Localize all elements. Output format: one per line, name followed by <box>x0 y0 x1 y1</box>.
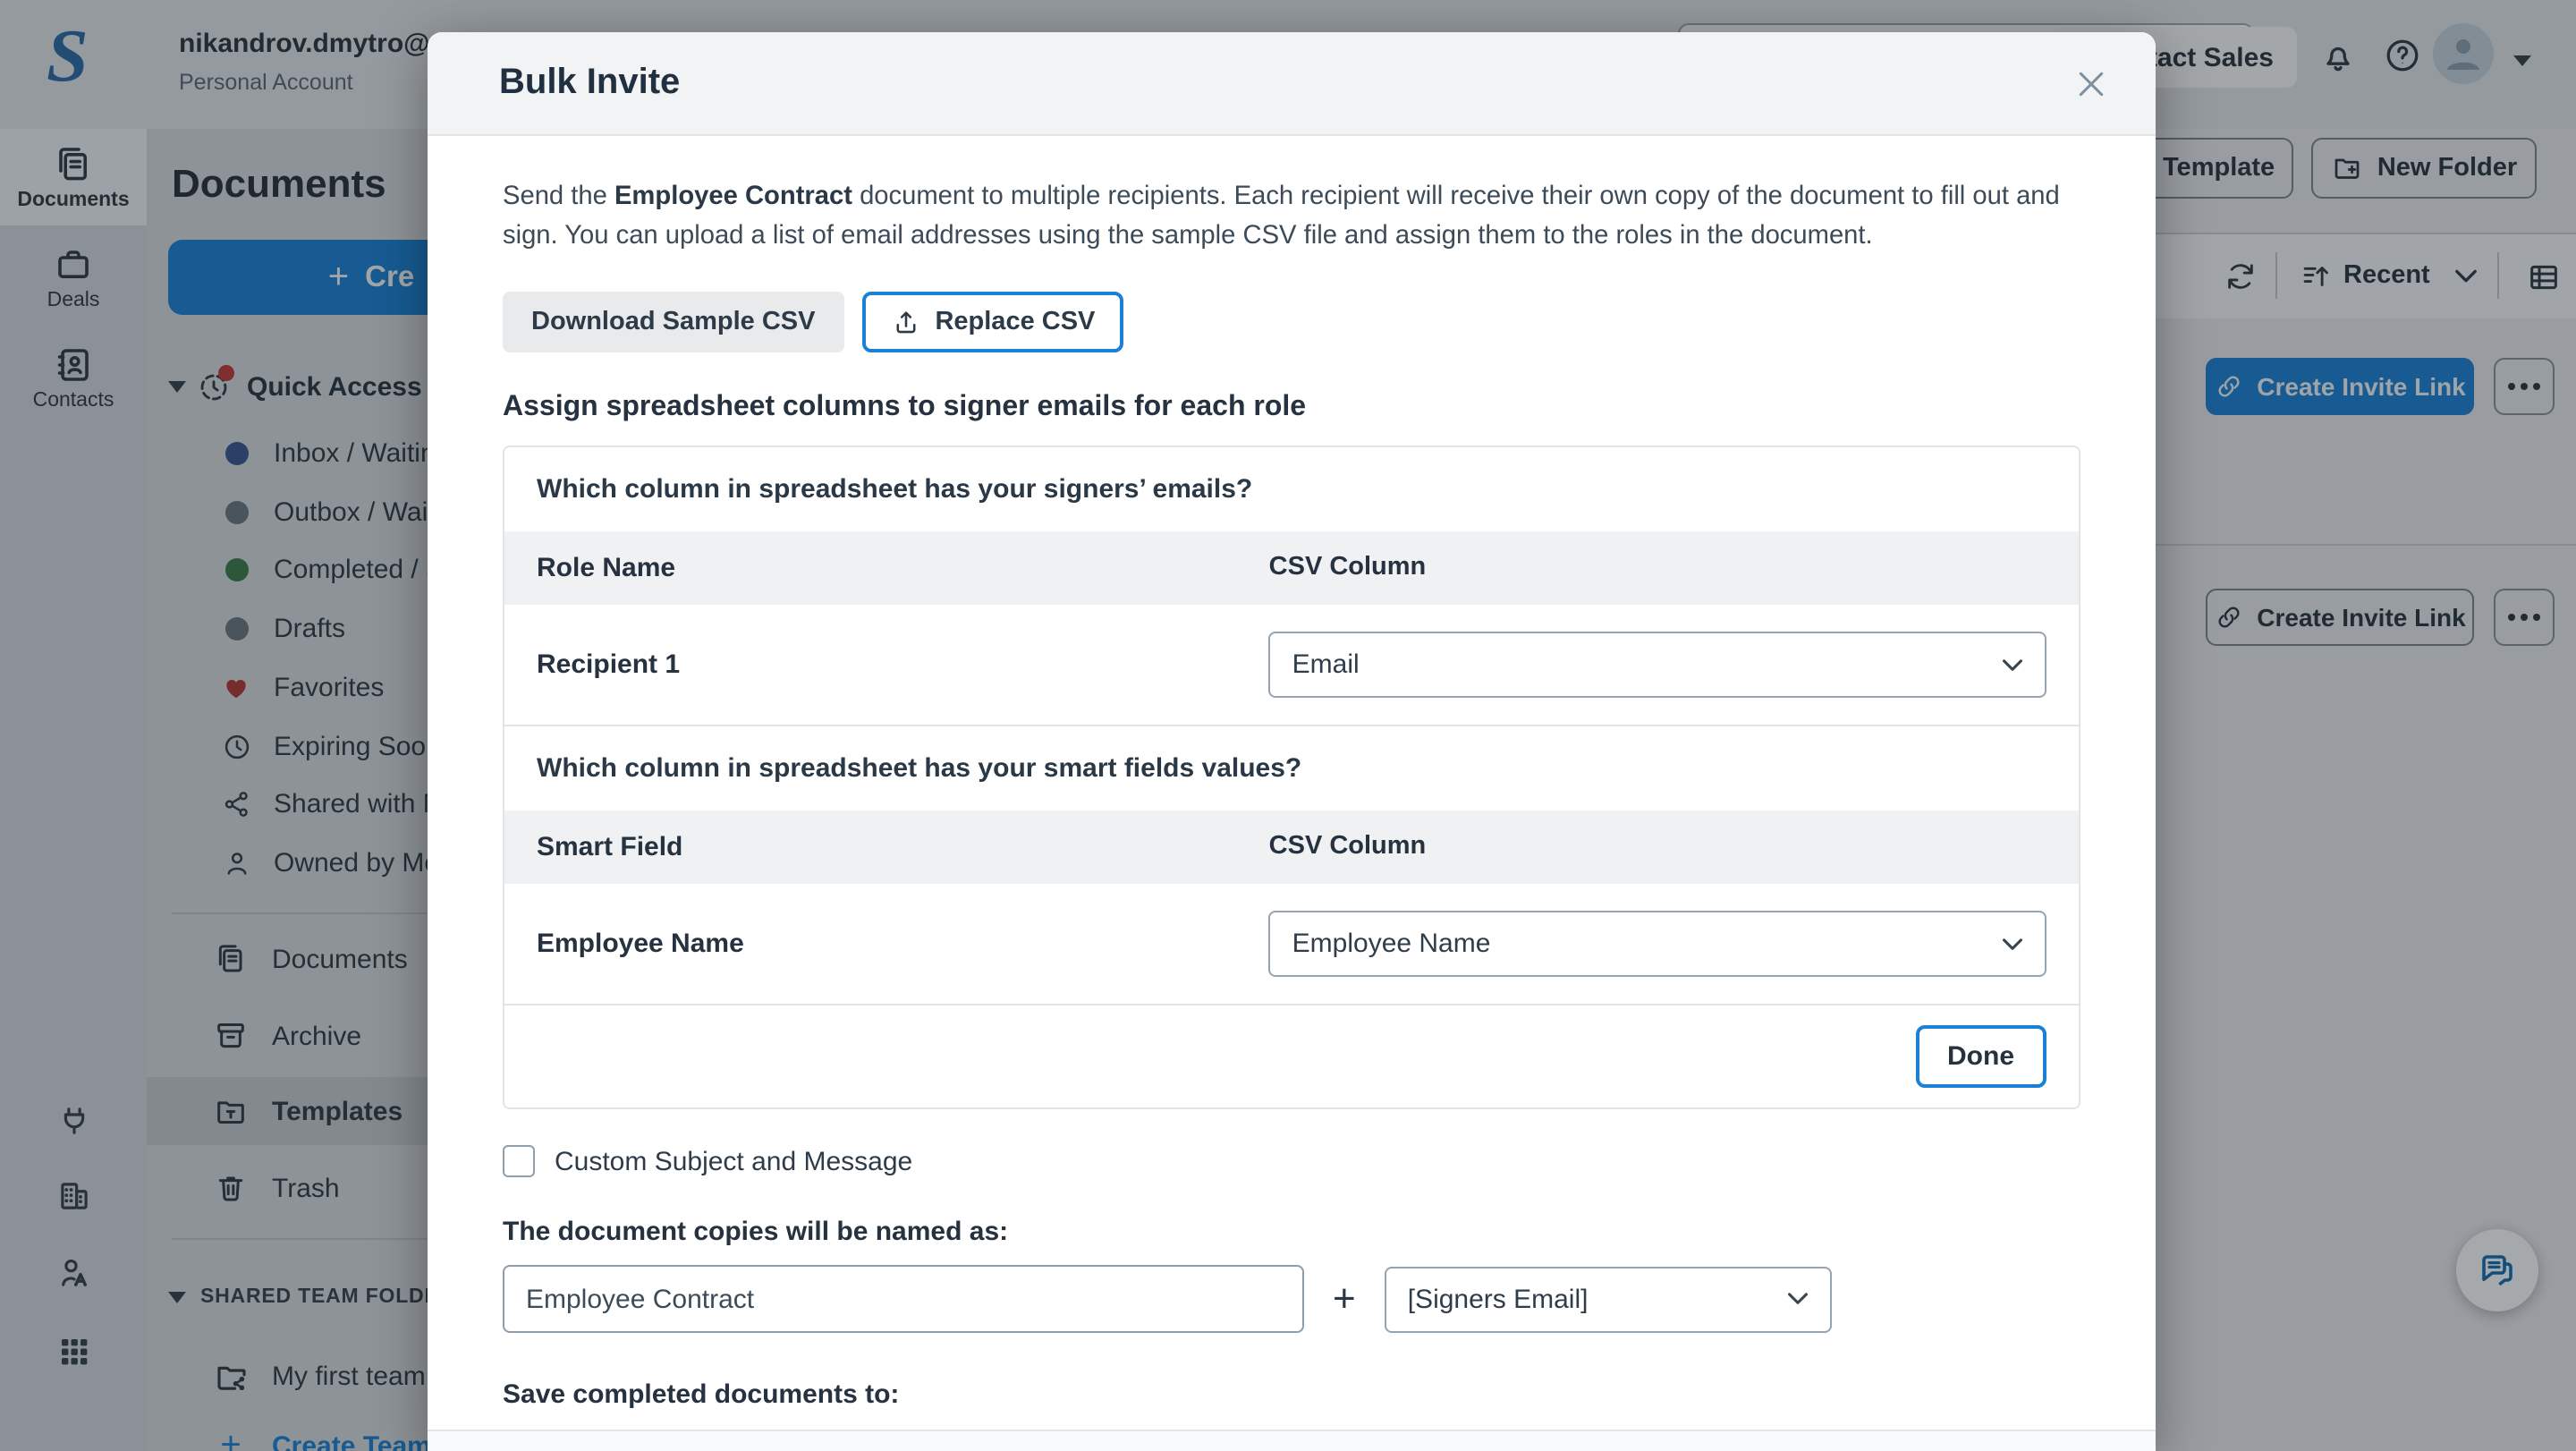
custom-subject-label: Custom Subject and Message <box>555 1146 912 1176</box>
table-header-row: Role Name CSV Column <box>504 531 2079 605</box>
table-header-row: Smart Field CSV Column <box>504 810 2079 884</box>
chevron-down-icon <box>2002 937 2023 951</box>
table-row: Recipient 1 Email <box>504 605 2079 725</box>
smart-field-cell: Employee Name <box>537 929 1269 959</box>
upload-icon <box>890 307 920 337</box>
modal-footer <box>428 1430 2156 1451</box>
role-name-header: Role Name <box>537 553 1269 583</box>
modal-title: Bulk Invite <box>499 63 2073 104</box>
document-name-label: The document copies will be named as: <box>503 1217 2080 1247</box>
role-name-cell: Recipient 1 <box>537 649 1269 680</box>
smart-field-header: Smart Field <box>537 832 1269 862</box>
screen: S nikandrov.dmytro@ Personal Account nta… <box>0 0 2576 1451</box>
chevron-down-icon <box>2002 658 2023 672</box>
name-suffix-select[interactable]: [Signers Email] <box>1385 1266 1832 1332</box>
csv-actions: Download Sample CSV Replace CSV <box>503 292 2080 352</box>
signers-email-question: Which column in spreadsheet has your sig… <box>504 447 2079 531</box>
download-sample-csv-button[interactable]: Download Sample CSV <box>503 292 843 352</box>
table-footer-row: Done <box>504 1004 2079 1107</box>
bulk-invite-modal: Bulk Invite Send the Employee Contract d… <box>428 32 2156 1451</box>
column-mapping-table: Which column in spreadsheet has your sig… <box>503 445 2080 1109</box>
close-icon[interactable] <box>2073 65 2109 101</box>
chevron-down-icon <box>1787 1292 1809 1306</box>
document-name-row: + [Signers Email] <box>503 1265 2080 1333</box>
smart-fields-question: Which column in spreadsheet has your sma… <box>504 725 2079 810</box>
custom-subject-checkbox[interactable] <box>503 1145 535 1177</box>
smart-field-csv-column-select[interactable]: Employee Name <box>1269 911 2046 977</box>
done-button[interactable]: Done <box>1915 1025 2046 1088</box>
save-to-label: Save completed documents to: <box>503 1379 2080 1410</box>
role-csv-column-select[interactable]: Email <box>1269 632 2046 698</box>
csv-column-header: CSV Column <box>1269 832 2046 862</box>
table-row: Employee Name Employee Name <box>504 884 2079 1004</box>
plus-separator: + <box>1333 1276 1356 1322</box>
modal-header: Bulk Invite <box>428 32 2156 136</box>
intro-text: Send the Employee Contract document to m… <box>503 179 2080 256</box>
csv-column-header: CSV Column <box>1269 553 2046 583</box>
document-name-input[interactable] <box>503 1265 1304 1333</box>
replace-csv-button[interactable]: Replace CSV <box>861 292 1123 352</box>
modal-body: Send the Employee Contract document to m… <box>428 136 2156 1451</box>
assign-columns-heading: Assign spreadsheet columns to signer ema… <box>503 392 2080 424</box>
custom-subject-row: Custom Subject and Message <box>503 1145 2080 1177</box>
